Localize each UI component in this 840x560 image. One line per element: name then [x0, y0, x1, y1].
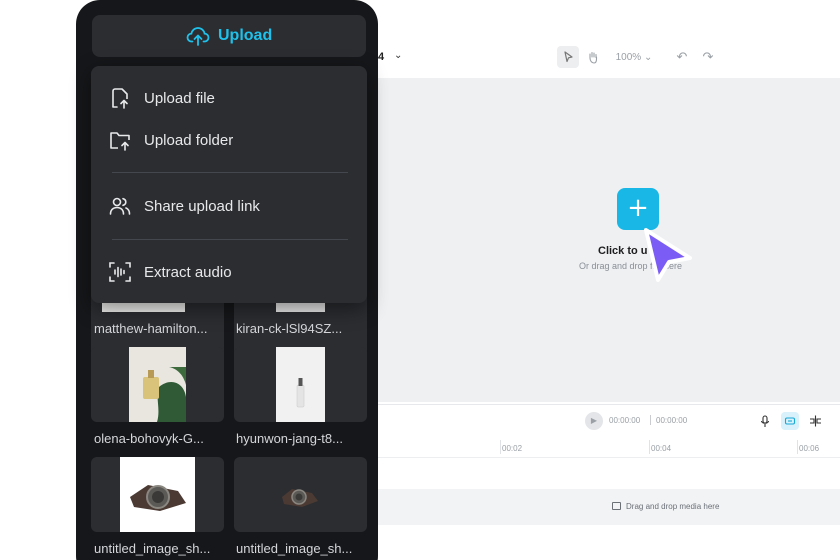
zoom-dropdown[interactable]: 100% ⌄ [612, 46, 656, 68]
menu-item-label: Extract audio [144, 263, 232, 281]
redo-icon[interactable]: ↷ [698, 46, 718, 68]
tick-mark [500, 440, 501, 454]
tick-mark [797, 440, 798, 454]
timeline-ruler[interactable] [360, 440, 840, 458]
chevron-down-icon: ⌄ [641, 51, 653, 63]
media-track[interactable] [360, 489, 840, 525]
canvas-area[interactable] [360, 78, 840, 402]
current-time: 00:00:00 [609, 416, 641, 425]
cloud-upload-icon [186, 27, 210, 46]
tick-mark [649, 440, 650, 454]
tick-label: 00:04 [651, 444, 672, 453]
users-icon [109, 197, 131, 215]
track-drop-hint: Drag and drop media here [626, 502, 720, 511]
play-icon[interactable]: ▶ [585, 412, 603, 430]
upload-folder-icon [110, 132, 130, 151]
upload-file-icon [112, 88, 128, 109]
tick-label: 00:02 [502, 444, 523, 453]
audio-waveform-icon [109, 262, 131, 282]
tick-label: 00:06 [799, 444, 820, 453]
menu-divider [112, 239, 348, 240]
pointer-cursor-icon [644, 228, 692, 282]
media-name: olena-bohovyk-G... [94, 431, 204, 446]
auto-caption-icon[interactable] [781, 412, 799, 430]
menu-item-share-upload-link[interactable]: Share upload link [108, 192, 348, 220]
media-card[interactable] [234, 347, 367, 422]
media-thumbnail [276, 347, 325, 422]
media-name: kiran-ck-lSl94SZ... [236, 321, 343, 336]
menu-item-upload-file[interactable]: Upload file [108, 84, 348, 112]
upload-label: Upload [218, 27, 273, 44]
aspect-ratio-label[interactable]: 4 [378, 51, 384, 63]
hand-tool-icon[interactable] [582, 46, 604, 68]
split-icon[interactable] [806, 412, 824, 430]
chevron-down-icon[interactable]: ⌄ [394, 50, 402, 61]
media-thumbnail [282, 489, 318, 507]
timecode-divider [650, 415, 651, 425]
total-time: 00:00:00 [656, 416, 688, 425]
media-thumbnail [120, 457, 195, 532]
media-thumbnail [129, 347, 186, 422]
film-icon [612, 502, 621, 510]
menu-item-label: Share upload link [144, 197, 260, 215]
media-name: matthew-hamilton... [94, 321, 208, 336]
select-tool-icon[interactable] [557, 46, 579, 68]
menu-divider [112, 172, 348, 173]
media-card[interactable] [91, 457, 224, 532]
menu-item-label: Upload file [144, 89, 215, 107]
microphone-icon[interactable] [756, 412, 774, 430]
media-card[interactable] [234, 457, 367, 532]
menu-item-label: Upload folder [144, 131, 234, 149]
zoom-level: 100% [615, 51, 642, 63]
media-name: untitled_image_sh... [236, 541, 353, 556]
media-name: untitled_image_sh... [94, 541, 211, 556]
media-name: hyunwon-jang-t8... [236, 431, 343, 446]
media-card[interactable] [91, 347, 224, 422]
menu-item-upload-folder[interactable]: Upload folder [108, 126, 348, 154]
menu-item-extract-audio[interactable]: Extract audio [108, 258, 348, 286]
undo-icon[interactable]: ↶ [672, 46, 692, 68]
